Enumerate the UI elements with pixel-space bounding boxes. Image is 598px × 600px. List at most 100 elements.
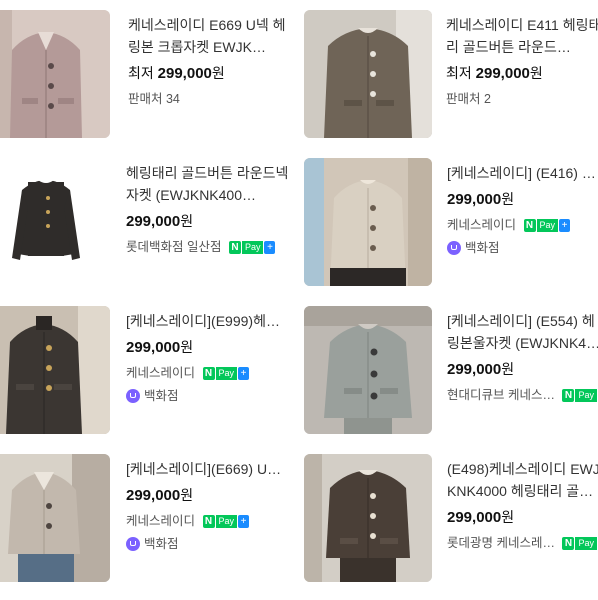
seller-name[interactable]: 롯데광명 케네스레… <box>447 536 555 550</box>
product-thumbnail[interactable] <box>0 158 110 286</box>
shopping-bag-icon <box>126 537 140 551</box>
product-info: [케네스레이디] (E554) 헤링본울자켓 (EWJKNK40… 299,00… <box>447 310 598 405</box>
product-info: [케네스레이디] (E416) … 299,000원 케네스레이디 NPay+ … <box>447 162 598 258</box>
product-info: [케네스레이디](E669) U… 299,000원 케네스레이디 NPay+ … <box>126 458 291 554</box>
npay-badge: NPay+ <box>524 219 571 232</box>
price-unit: 원 <box>180 213 193 229</box>
shopping-bag-icon <box>126 389 140 403</box>
product-card[interactable]: 헤링태리 골드버튼 라운드넥 자켓 (EWJKNK400… 299,000원 롯… <box>0 158 299 304</box>
product-thumbnail[interactable] <box>304 10 432 138</box>
seller-row: 현대디큐브 케네스… NPay+ <box>447 385 598 405</box>
seller-name[interactable]: 현대디큐브 케네스… <box>447 388 555 402</box>
product-price: 299,000원 <box>447 358 598 381</box>
seller-name[interactable]: 케네스레이디 <box>126 514 195 528</box>
seller-row: 케네스레이디 NPay+ <box>126 511 291 531</box>
price-unit: 원 <box>530 65 543 81</box>
product-thumbnail[interactable] <box>304 454 432 582</box>
department-store-tag: 백화점 <box>126 386 291 406</box>
product-title[interactable]: [케네스레이디](E669) U… <box>126 458 291 480</box>
product-card[interactable]: [케네스레이디] (E416) … 299,000원 케네스레이디 NPay+ … <box>304 158 598 304</box>
npay-badge: NPay+ <box>562 389 598 402</box>
product-info: 케네스레이디 E411 헤링태리 골드버튼 라운드… 최저 299,000원 판… <box>446 14 598 109</box>
npay-label: Pay <box>575 389 597 402</box>
product-card[interactable]: 케네스레이디 E669 U넥 헤링본 크롭자켓 EWJK… 최저 299,000… <box>0 10 299 156</box>
product-price: 299,000원 <box>126 210 291 233</box>
npay-label: Pay <box>575 537 597 550</box>
product-price: 299,000원 <box>126 336 291 359</box>
npay-n-icon: N <box>203 367 215 380</box>
npay-n-icon: N <box>229 241 241 254</box>
product-price: 299,000원 <box>126 484 291 507</box>
product-title[interactable]: [케네스레이디] (E416) … <box>447 162 598 184</box>
product-title[interactable]: 케네스레이디 E669 U넥 헤링본 크롭자켓 EWJK… <box>128 14 291 58</box>
department-label: 백화점 <box>144 534 179 554</box>
product-card[interactable]: [케네스레이디](E999)헤… 299,000원 케네스레이디 NPay+ 백… <box>0 306 299 452</box>
shopping-bag-icon <box>447 241 461 255</box>
npay-badge: NPay+ <box>229 241 276 254</box>
seller-row: 롯데광명 케네스레… NPay+ <box>447 533 598 553</box>
price-unit: 원 <box>212 65 225 81</box>
product-title[interactable]: 헤링태리 골드버튼 라운드넥 자켓 (EWJKNK400… <box>126 162 291 206</box>
seller-name[interactable]: 케네스레이디 <box>126 366 195 380</box>
price-unit: 원 <box>501 191 514 207</box>
department-label: 백화점 <box>465 238 500 258</box>
price-label: 최저 <box>446 65 472 81</box>
seller-count[interactable]: 판매처 34 <box>128 89 291 109</box>
product-price: 최저 299,000원 <box>128 62 291 85</box>
price-unit: 원 <box>180 339 193 355</box>
seller-row: 롯데백화점 일산점 NPay+ <box>126 237 291 257</box>
product-price: 최저 299,000원 <box>446 62 598 85</box>
price-value: 299,000 <box>126 213 180 230</box>
product-thumbnail[interactable] <box>304 306 432 434</box>
price-unit: 원 <box>501 361 514 377</box>
price-unit: 원 <box>501 509 514 525</box>
price-value: 299,000 <box>126 487 180 504</box>
plus-icon: + <box>238 515 249 528</box>
product-title[interactable]: [케네스레이디] (E554) 헤링본울자켓 (EWJKNK40… <box>447 310 598 354</box>
product-card[interactable]: 케네스레이디 E411 헤링태리 골드버튼 라운드… 최저 299,000원 판… <box>304 10 598 156</box>
product-info: 헤링태리 골드버튼 라운드넥 자켓 (EWJKNK400… 299,000원 롯… <box>126 162 291 257</box>
product-thumbnail[interactable] <box>0 454 110 582</box>
product-price: 299,000원 <box>447 188 598 211</box>
product-title[interactable]: (E498)케네스레이디 EWJKNK4000 헤링태리 골… <box>447 458 598 502</box>
product-thumbnail[interactable] <box>304 158 432 286</box>
plus-icon: + <box>264 241 275 254</box>
department-store-tag: 백화점 <box>447 238 598 258</box>
price-label: 최저 <box>128 65 154 81</box>
product-title[interactable]: [케네스레이디](E999)헤… <box>126 310 291 332</box>
plus-icon: + <box>559 219 570 232</box>
npay-n-icon: N <box>562 389 574 402</box>
product-info: [케네스레이디](E999)헤… 299,000원 케네스레이디 NPay+ 백… <box>126 310 291 406</box>
department-store-tag: 백화점 <box>126 534 291 554</box>
price-value: 299,000 <box>158 65 212 82</box>
seller-name[interactable]: 롯데백화점 일산점 <box>126 240 221 254</box>
npay-n-icon: N <box>562 537 574 550</box>
price-value: 299,000 <box>126 339 180 356</box>
npay-badge: NPay+ <box>203 515 250 528</box>
product-thumbnail[interactable] <box>0 306 110 434</box>
npay-label: Pay <box>216 367 238 380</box>
product-card[interactable]: [케네스레이디] (E554) 헤링본울자켓 (EWJKNK40… 299,00… <box>304 306 598 452</box>
product-info: (E498)케네스레이디 EWJKNK4000 헤링태리 골… 299,000원… <box>447 458 598 553</box>
npay-label: Pay <box>537 219 559 232</box>
price-value: 299,000 <box>447 361 501 378</box>
npay-n-icon: N <box>203 515 215 528</box>
seller-row: 케네스레이디 NPay+ <box>447 215 598 235</box>
price-value: 299,000 <box>447 509 501 526</box>
seller-count[interactable]: 판매처 2 <box>446 89 598 109</box>
npay-label: Pay <box>242 241 264 254</box>
npay-n-icon: N <box>524 219 536 232</box>
seller-name[interactable]: 케네스레이디 <box>447 218 516 232</box>
seller-row: 케네스레이디 NPay+ <box>126 363 291 383</box>
price-value: 299,000 <box>476 65 530 82</box>
product-card[interactable]: (E498)케네스레이디 EWJKNK4000 헤링태리 골… 299,000원… <box>304 454 598 600</box>
product-title[interactable]: 케네스레이디 E411 헤링태리 골드버튼 라운드… <box>446 14 598 58</box>
npay-badge: NPay+ <box>203 367 250 380</box>
department-label: 백화점 <box>144 386 179 406</box>
npay-label: Pay <box>216 515 238 528</box>
npay-badge: NPay+ <box>562 537 598 550</box>
price-unit: 원 <box>180 487 193 503</box>
product-card[interactable]: [케네스레이디](E669) U… 299,000원 케네스레이디 NPay+ … <box>0 454 299 600</box>
product-thumbnail[interactable] <box>0 10 110 138</box>
product-price: 299,000원 <box>447 506 598 529</box>
